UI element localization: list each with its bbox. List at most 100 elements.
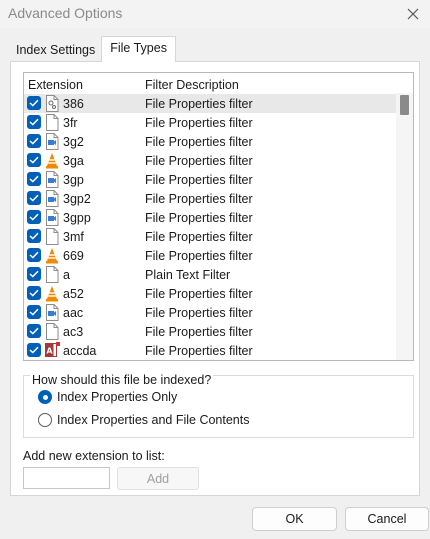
table-row[interactable]: 3ga File Properties filter	[24, 151, 396, 170]
row-checkbox[interactable]	[27, 96, 41, 110]
row-checkbox[interactable]	[27, 267, 41, 281]
checkmark-icon	[29, 327, 39, 335]
row-checkbox[interactable]	[27, 172, 41, 186]
row-description: File Properties filter	[145, 97, 253, 111]
tab-index-settings[interactable]: Index Settings	[10, 40, 101, 62]
row-checkbox[interactable]	[27, 229, 41, 243]
access-icon: A	[45, 342, 60, 359]
close-button[interactable]	[402, 3, 424, 25]
radio-button[interactable]	[38, 390, 52, 404]
media-file-icon	[45, 209, 59, 226]
row-description: File Properties filter	[145, 192, 253, 206]
row-extension: 3fr	[63, 116, 78, 130]
row-extension: 3mf	[63, 230, 84, 244]
row-description: File Properties filter	[145, 230, 253, 244]
radio-properties-only[interactable]: Index Properties Only	[38, 388, 177, 406]
blank-file-icon	[45, 266, 59, 283]
checkmark-icon	[29, 213, 39, 221]
tab-file-types[interactable]: File Types	[101, 36, 176, 62]
radio-properties-and-contents[interactable]: Index Properties and File Contents	[38, 411, 249, 429]
checkmark-icon	[29, 156, 39, 164]
row-extension: 3gpp	[63, 211, 91, 225]
row-description: File Properties filter	[145, 135, 253, 149]
radio-button[interactable]	[38, 413, 52, 427]
row-description: File Properties filter	[145, 306, 253, 320]
scrollbar-thumb[interactable]	[400, 95, 409, 115]
radio-label: Index Properties Only	[57, 390, 178, 404]
title-bar: Advanced Options	[0, 0, 430, 28]
row-extension: a	[63, 268, 70, 282]
vlc-cone-icon	[45, 152, 59, 169]
list-scrollbar[interactable]	[396, 93, 413, 360]
row-extension: accda	[63, 344, 97, 358]
row-extension: ac3	[63, 325, 84, 339]
media-file-icon	[45, 304, 59, 321]
row-extension: 3ga	[63, 154, 84, 168]
svg-text:A: A	[46, 347, 53, 356]
row-description: File Properties filter	[145, 211, 253, 225]
vlc-cone-icon	[45, 285, 59, 302]
row-description: Plain Text Filter	[145, 268, 231, 282]
index-method-label: How should this file be indexed?	[30, 373, 214, 387]
row-description: File Properties filter	[145, 344, 253, 358]
close-icon	[407, 8, 419, 20]
row-checkbox[interactable]	[27, 286, 41, 300]
blank-file-icon	[45, 114, 59, 131]
media-file-icon	[45, 190, 59, 207]
table-row[interactable]: 3gp File Properties filter	[24, 170, 396, 189]
row-description: File Properties filter	[145, 173, 253, 187]
column-header-extension[interactable]: Extension	[28, 78, 83, 92]
window-title: Advanced Options	[8, 5, 123, 21]
checkmark-icon	[29, 99, 39, 107]
row-description: File Properties filter	[145, 325, 253, 339]
row-extension: aac	[63, 306, 84, 320]
table-row[interactable]: 3gp2 File Properties filter	[24, 189, 396, 208]
cancel-button[interactable]: Cancel	[345, 507, 429, 531]
table-row[interactable]: a52 File Properties filter	[24, 284, 396, 303]
table-row[interactable]: Aaccda File Properties filter	[24, 341, 396, 360]
row-description: File Properties filter	[145, 116, 253, 130]
checkmark-icon	[29, 118, 39, 126]
row-extension: 669	[63, 249, 84, 263]
blank-file-icon	[45, 228, 59, 245]
row-extension: 3gp2	[63, 192, 91, 206]
table-row[interactable]: 669 File Properties filter	[24, 246, 396, 265]
row-checkbox[interactable]	[27, 115, 41, 129]
table-row[interactable]: aac File Properties filter	[24, 303, 396, 322]
row-checkbox[interactable]	[27, 248, 41, 262]
checkmark-icon	[29, 194, 39, 202]
media-file-icon	[45, 171, 59, 188]
row-description: File Properties filter	[145, 154, 253, 168]
file-type-list[interactable]: Extension Filter Description 386 File Pro…	[23, 72, 414, 361]
media-file-icon	[45, 133, 59, 150]
row-checkbox[interactable]	[27, 153, 41, 167]
list-rows: 386 File Properties filter 3fr File Propert…	[24, 94, 396, 360]
table-row[interactable]: 3mf File Properties filter	[24, 227, 396, 246]
table-row[interactable]: 386 File Properties filter	[24, 94, 396, 113]
checkmark-icon	[29, 175, 39, 183]
ok-button[interactable]: OK	[252, 507, 337, 531]
table-row[interactable]: a Plain Text Filter	[24, 265, 396, 284]
table-row[interactable]: 3g2 File Properties filter	[24, 132, 396, 151]
checkmark-icon	[29, 137, 39, 145]
add-button[interactable]: Add	[117, 467, 199, 490]
table-row[interactable]: 3fr File Properties filter	[24, 113, 396, 132]
row-extension: 386	[63, 97, 84, 111]
checkmark-icon	[29, 308, 39, 316]
blank-file-icon	[45, 323, 59, 340]
row-checkbox[interactable]	[27, 324, 41, 338]
row-checkbox[interactable]	[27, 210, 41, 224]
vlc-cone-icon	[45, 247, 59, 264]
row-description: File Properties filter	[145, 249, 253, 263]
row-extension: 3gp	[63, 173, 84, 187]
row-checkbox[interactable]	[27, 305, 41, 319]
row-checkbox[interactable]	[27, 343, 41, 357]
column-header-description[interactable]: Filter Description	[145, 78, 239, 92]
table-row[interactable]: 3gpp File Properties filter	[24, 208, 396, 227]
extension-input[interactable]	[23, 467, 110, 489]
checkmark-icon	[29, 270, 39, 278]
row-checkbox[interactable]	[27, 191, 41, 205]
row-extension: 3g2	[63, 135, 84, 149]
table-row[interactable]: ac3 File Properties filter	[24, 322, 396, 341]
row-checkbox[interactable]	[27, 134, 41, 148]
